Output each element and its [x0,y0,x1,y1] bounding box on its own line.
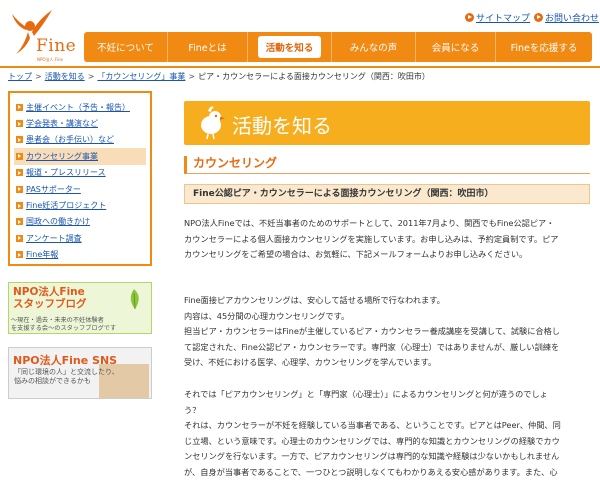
sidebar-item-policy[interactable]: 国政への働きかけ [14,214,146,230]
site-logo[interactable]: Fine NPO法人 Fine [2,2,80,64]
paragraph-line: Fine面接ピアカウンセリングは、安心して話せる場所で行なわれます。 [184,295,445,305]
contact-link[interactable]: お問い合わせ [534,11,599,24]
nav-item-support-fine[interactable]: Fineを応援する [496,32,592,62]
sidebar-item-label: PASサポーター [26,184,81,194]
nav-item-membership[interactable]: 会員になる [416,32,496,62]
sitemap-label: サイトマップ [476,14,531,24]
arrow-circle-icon [465,13,474,22]
section-title: カウンセリング [184,156,590,174]
sidebar-item-pas-supporter[interactable]: PASサポーター [14,181,146,197]
arrow-right-icon [16,185,23,193]
nav-item-voices[interactable]: みんなの声 [332,32,416,62]
sidebar-item-label: Fine年報 [26,250,59,260]
nav-item-about-fine[interactable]: Fineとは [168,32,248,62]
page-banner: 活動を知る [184,101,590,145]
contact-label: お問い合わせ [545,14,600,24]
nav-label: 活動を知る [257,36,322,58]
breadcrumb-separator: > [87,72,95,81]
breadcrumb-separator: > [188,72,196,81]
sidebar-item-label: アンケート調査 [26,233,82,243]
sns-banner-sub-line: 「同じ環境の人」と交流したり、 [14,368,119,376]
sns-banner-sub-line: 悩みの相談ができるかも [14,377,91,385]
paragraph-line: それでは「ピアカウンセリング」と「専門家（心理士）」によるカウンセリングと何が違… [184,389,548,399]
paragraph: NPO法人Fineでは、不妊当事者のためのサポートとして、2011年7月より、関… [184,216,590,263]
nav-item-infertility[interactable]: 不妊について [84,32,168,62]
sidebar-item-patient-groups[interactable]: 患者会（お手伝い）など [14,132,146,148]
header-divider [0,66,600,68]
paragraph-line: ンセリングを行ないます。一方で、ピアカウンセリングは専門的な知識や経験は少ないか… [184,451,560,462]
paragraph-line: それは、カウンセラーが不妊を経験している当事者である、ということです。ピアとはP… [184,420,561,431]
sidebar-item-annual-report[interactable]: Fine年報 [14,247,146,263]
site-header: Fine NPO法人 Fine サイトマップ お問い合わせ 不妊について Fin… [0,0,600,66]
paragraph-line: カウンセリングをご希望の場合は、お気軽に、下記メールフォームよりお申し込みくださ… [184,249,528,260]
arrow-right-icon [16,234,23,242]
arrow-circle-icon [534,13,543,22]
sns-banner-title: NPO法人Fine SNS [13,354,118,367]
sns-banner-subtitle: 「同じ環境の人」と交流したり、 悩みの相談ができるかも [14,368,119,386]
blog-banner-sub-line: 〜現在・過去・未来の不妊体験者 [11,317,104,324]
logo-text: Fine [36,36,77,56]
logo-subtext: NPO法人 Fine [37,57,63,62]
sidebar-item-ninkatsu-project[interactable]: Fine妊活プロジェクト [14,197,146,213]
sidebar-item-label: 学会発表・講演など [26,119,98,129]
nav-label: 不妊について [97,43,154,54]
sidebar-item-label: Fine妊活プロジェクト [26,201,107,211]
nav-label: 会員になる [431,43,480,54]
nav-label: Fineを応援する [510,43,578,54]
arrow-right-icon [16,103,23,111]
sidebar-item-presentations[interactable]: 学会発表・講演など [14,115,146,131]
paragraph-line: て認定された、Fine公認ピア・カウンセラーです。専門家（心理士）ではありません… [184,341,560,352]
sitemap-link[interactable]: サイトマップ [465,11,530,24]
sidebar-item-label: 患者会（お手伝い）など [26,135,114,145]
sidebar-item-label: カウンセリング事業 [26,151,98,161]
arrow-right-icon [16,152,23,160]
leaf-icon [130,289,139,310]
global-nav: 不妊について Fineとは 活動を知る みんなの声 会員になる Fineを応援す… [84,32,592,62]
paragraph-line: 内容は、45分間の心理カウンセリングです。 [184,310,350,321]
staff-blog-banner[interactable]: NPO法人Fine スタッフブログ 〜現在・過去・未来の不妊体験者 を支援する会… [8,282,152,334]
paragraph-line: カウンセラーによる個人面接カウンセリングを実施しています。お申し込みは、予約定員… [184,233,559,244]
bird-icon [201,106,225,140]
nav-item-activities[interactable]: 活動を知る [248,32,332,62]
blog-banner-title: NPO法人Fine [13,286,85,298]
sidebar-item-counseling[interactable]: カウンセリング事業 [14,148,146,165]
sidebar-item-events[interactable]: 主催イベント（予告・報告） [14,99,146,115]
paragraph-line: じ立場、という意味です。心理士のカウンセリングでは、専門的な知識とカウンセリング… [184,435,560,446]
paragraph-line: 受け、不妊における医学、心理学、カウンセリングを学んでいます。 [184,357,437,368]
breadcrumb: トップ > 活動を知る > 「カウンセリング」事業 > ピア・カウンセラーによる面接カウンセ… [8,71,430,82]
arrow-right-icon [16,218,23,226]
arrow-right-icon [16,251,23,259]
blog-banner-title: スタッフブログ [13,298,87,310]
arrow-right-icon [16,120,23,128]
paragraph: それでは「ピアカウンセリング」と「専門家（心理士）」によるカウンセリングと何が違… [184,387,590,481]
paragraph-line: う？ [184,404,201,415]
sidebar-item-survey[interactable]: アンケート調査 [14,230,146,246]
sns-banner[interactable]: NPO法人Fine SNS 「同じ環境の人」と交流したり、 悩みの相談ができるか… [8,347,152,399]
breadcrumb-separator: > [35,72,42,81]
breadcrumb-link-top[interactable]: トップ [8,72,32,81]
paragraph-line: が、自身が当事者であることで、一つひとつ説明しなくてもわかりあえる安心感がありま… [184,466,558,477]
blog-banner-subtitle: 〜現在・過去・未来の不妊体験者 を支援する会〜のスタッフブログです [11,317,116,332]
nav-label: Fineとは [188,43,227,54]
arrow-right-icon [16,202,23,210]
subsection-title: Fine公認ピア・カウンセラーによる面接カウンセリング（関西：吹田市） [184,184,590,204]
arrow-right-icon [16,169,23,177]
paragraph: Fine面接ピアカウンセリングは、安心して話せる場所で行なわれます。 内容は、4… [184,293,590,371]
paragraph-line: 担当ピア・カウンセラーはFineが主催しているピア・カウンセラー養成講座を受講し… [184,326,560,337]
sidebar-item-label: 報道・プレスリリース [26,168,106,178]
blog-banner-sub-line: を支援する会〜のスタッフブログです [11,324,117,332]
sidebar-menu: 主催イベント（予告・報告） 学会発表・講演など 患者会（お手伝い）など カウンセ… [8,91,152,266]
breadcrumb-current: ピア・カウンセラーによる面接カウンセリング（関西：吹田市） [198,72,430,81]
paragraph-line: NPO法人Fineでは、不妊当事者のためのサポートとして、2011年7月より、関… [184,218,555,228]
breadcrumb-link-counseling[interactable]: 「カウンセリング」事業 [97,72,185,81]
sidebar-item-label: 主催イベント（予告・報告） [26,102,130,112]
sidebar-item-label: 国政への働きかけ [26,217,90,227]
sidebar-item-press[interactable]: 報道・プレスリリース [14,165,146,181]
breadcrumb-link-activities[interactable]: 活動を知る [45,72,85,81]
arrow-right-icon [16,136,23,144]
page-banner-title: 活動を知る [232,114,332,138]
nav-label: みんなの声 [349,43,398,54]
